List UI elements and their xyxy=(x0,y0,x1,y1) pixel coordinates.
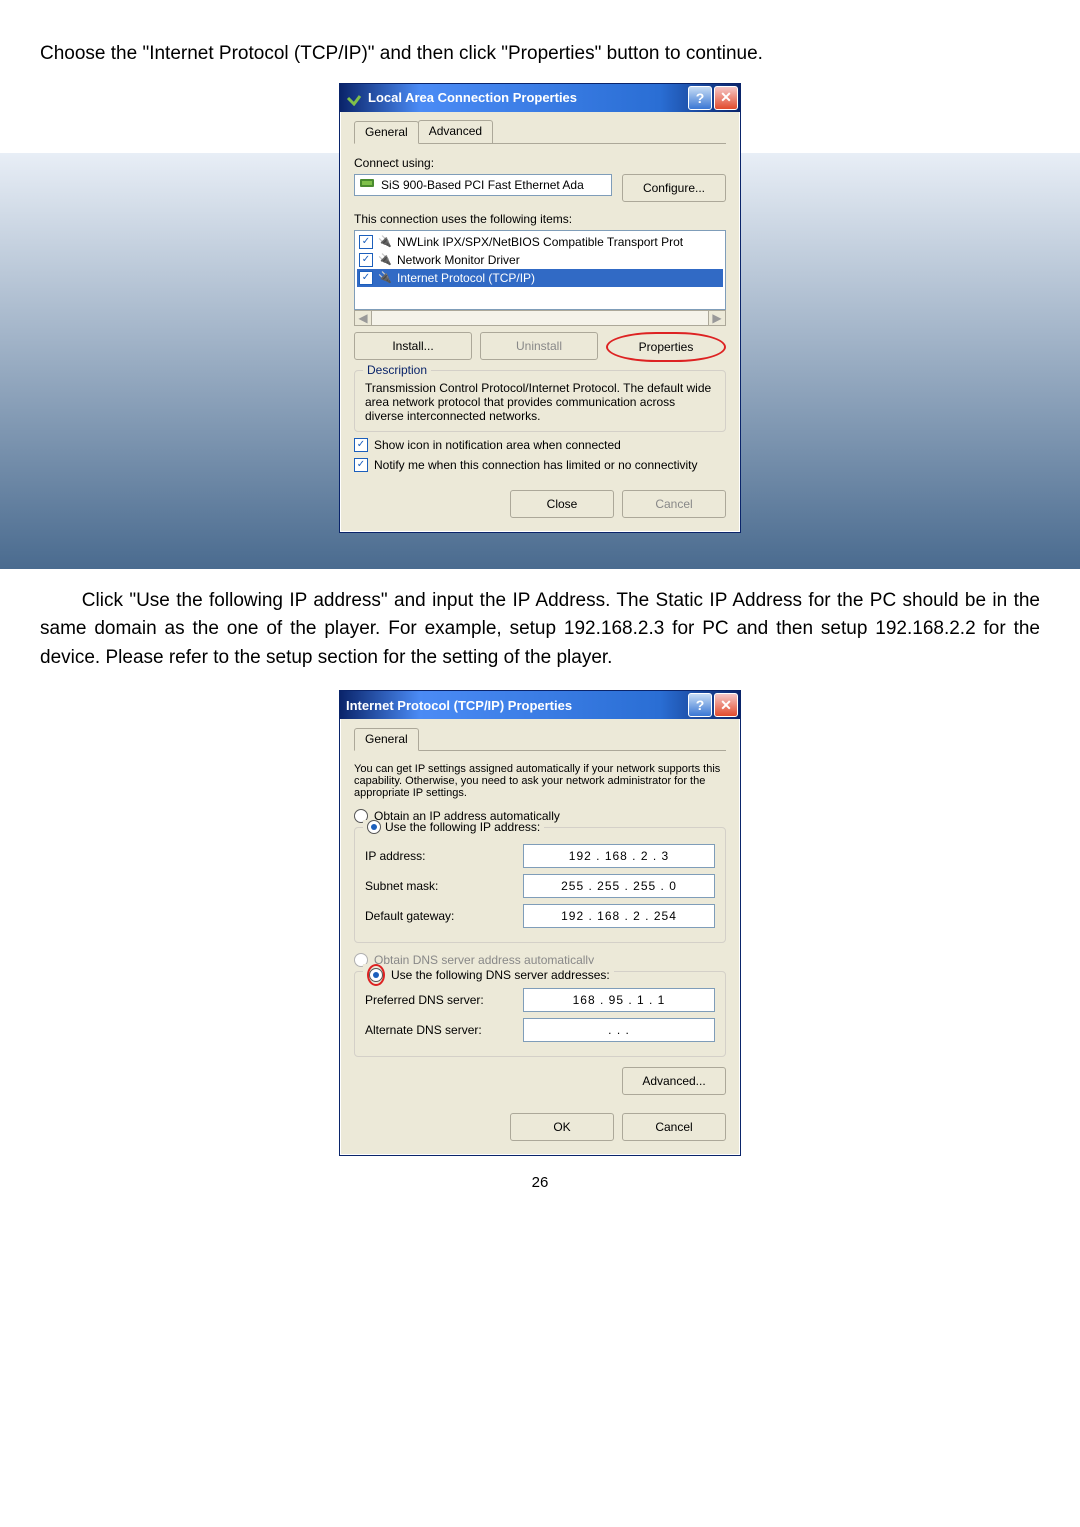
alt-dns-input[interactable]: . . . xyxy=(523,1018,715,1042)
help-button[interactable]: ? xyxy=(688,693,712,717)
tabs: General Advanced xyxy=(354,120,726,144)
dns-group: Use the following DNS server addresses: … xyxy=(354,971,726,1057)
close-button[interactable]: Close xyxy=(510,490,614,518)
show-icon-checkbox[interactable]: Show icon in notification area when conn… xyxy=(354,438,726,452)
items-label: This connection uses the following items… xyxy=(354,212,726,226)
ip-address-input[interactable]: 192 . 168 . 2 . 3 xyxy=(523,844,715,868)
radio-icon[interactable] xyxy=(369,968,383,982)
list-item[interactable]: 🔌 Network Monitor Driver xyxy=(357,251,723,269)
connection-icon xyxy=(346,90,362,106)
cancel-button: Cancel xyxy=(622,490,726,518)
page-number: 26 xyxy=(40,1174,1040,1191)
intro-paragraph: Choose the "Internet Protocol (TCP/IP)" … xyxy=(40,40,1040,69)
notify-checkbox[interactable]: Notify me when this connection has limit… xyxy=(354,458,726,472)
radio-use-following-ip[interactable]: Use the following IP address: xyxy=(363,820,544,834)
tab-general[interactable]: General xyxy=(354,728,419,751)
protocol-icon: 🔌 xyxy=(377,234,393,250)
adapter-name: SiS 900-Based PCI Fast Ethernet Ada xyxy=(381,178,584,192)
description-group: Description Transmission Control Protoco… xyxy=(354,370,726,432)
tab-general[interactable]: General xyxy=(354,121,419,144)
advanced-button[interactable]: Advanced... xyxy=(622,1067,726,1095)
checkbox-icon[interactable] xyxy=(359,253,373,267)
radio-label: Use the following DNS server addresses: xyxy=(391,968,610,982)
scroll-left-icon[interactable]: ◀ xyxy=(354,310,372,326)
adapter-field: SiS 900-Based PCI Fast Ethernet Ada xyxy=(354,174,612,196)
checkbox-icon[interactable] xyxy=(359,271,373,285)
install-button[interactable]: Install... xyxy=(354,332,472,360)
tabs: General xyxy=(354,727,726,751)
cancel-button[interactable]: Cancel xyxy=(622,1113,726,1141)
gateway-label: Default gateway: xyxy=(365,909,500,923)
close-icon[interactable]: ✕ xyxy=(714,86,738,110)
tab-advanced[interactable]: Advanced xyxy=(418,120,493,143)
dialog-titlebar: Local Area Connection Properties ? ✕ xyxy=(340,84,740,112)
checkbox-icon[interactable] xyxy=(354,458,368,472)
local-area-connection-dialog: Local Area Connection Properties ? ✕ Gen… xyxy=(339,83,741,533)
pref-dns-label: Preferred DNS server: xyxy=(365,993,500,1007)
ip-address-row: IP address: 192 . 168 . 2 . 3 xyxy=(365,844,715,868)
help-button[interactable]: ? xyxy=(688,86,712,110)
dialog-titlebar: Internet Protocol (TCP/IP) Properties ? … xyxy=(340,691,740,719)
gateway-row: Default gateway: 192 . 168 . 2 . 254 xyxy=(365,904,715,928)
intro-text: You can get IP settings assigned automat… xyxy=(354,763,726,799)
uninstall-button: Uninstall xyxy=(480,332,598,360)
checkbox-label: Notify me when this connection has limit… xyxy=(374,458,698,472)
connect-using-label: Connect using: xyxy=(354,156,726,170)
gateway-input[interactable]: 192 . 168 . 2 . 254 xyxy=(523,904,715,928)
radio-use-following-dns[interactable]: Use the following DNS server addresses: xyxy=(363,964,614,986)
checkbox-label: Show icon in notification area when conn… xyxy=(374,438,621,452)
scroll-right-icon[interactable]: ▶ xyxy=(708,310,726,326)
tcpip-properties-dialog: Internet Protocol (TCP/IP) Properties ? … xyxy=(339,690,741,1156)
alt-dns-label: Alternate DNS server: xyxy=(365,1023,500,1037)
mid-paragraph: Click "Use the following IP address" and… xyxy=(40,587,1040,673)
list-item[interactable]: 🔌 NWLink IPX/SPX/NetBIOS Compatible Tran… xyxy=(357,233,723,251)
pref-dns-row: Preferred DNS server: 168 . 95 . 1 . 1 xyxy=(365,988,715,1012)
protocol-icon: 🔌 xyxy=(377,252,393,268)
description-text: Transmission Control Protocol/Internet P… xyxy=(365,381,715,423)
list-item-selected[interactable]: 🔌 Internet Protocol (TCP/IP) xyxy=(357,269,723,287)
properties-button[interactable]: Properties xyxy=(606,332,726,362)
alt-dns-row: Alternate DNS server: . . . xyxy=(365,1018,715,1042)
subnet-row: Subnet mask: 255 . 255 . 255 . 0 xyxy=(365,874,715,898)
protocol-icon: 🔌 xyxy=(377,270,393,286)
radio-label: Use the following IP address: xyxy=(385,820,540,834)
ip-address-label: IP address: xyxy=(365,849,500,863)
dialog-title: Internet Protocol (TCP/IP) Properties xyxy=(346,698,686,713)
protocol-listbox[interactable]: 🔌 NWLink IPX/SPX/NetBIOS Compatible Tran… xyxy=(354,230,726,310)
nic-icon xyxy=(359,177,375,192)
scroll-track[interactable] xyxy=(372,310,708,326)
close-icon[interactable]: ✕ xyxy=(714,693,738,717)
list-item-label: Network Monitor Driver xyxy=(397,253,520,267)
radio-icon[interactable] xyxy=(367,820,381,834)
subnet-input[interactable]: 255 . 255 . 255 . 0 xyxy=(523,874,715,898)
list-item-label: NWLink IPX/SPX/NetBIOS Compatible Transp… xyxy=(397,235,683,249)
horizontal-scrollbar[interactable]: ◀ ▶ xyxy=(354,310,726,326)
subnet-label: Subnet mask: xyxy=(365,879,500,893)
configure-button[interactable]: Configure... xyxy=(622,174,726,202)
ip-group: Use the following IP address: IP address… xyxy=(354,827,726,943)
dialog-title: Local Area Connection Properties xyxy=(368,90,686,105)
list-item-label: Internet Protocol (TCP/IP) xyxy=(397,271,535,285)
checkbox-icon[interactable] xyxy=(359,235,373,249)
description-legend: Description xyxy=(363,363,431,377)
ok-button[interactable]: OK xyxy=(510,1113,614,1141)
checkbox-icon[interactable] xyxy=(354,438,368,452)
pref-dns-input[interactable]: 168 . 95 . 1 . 1 xyxy=(523,988,715,1012)
